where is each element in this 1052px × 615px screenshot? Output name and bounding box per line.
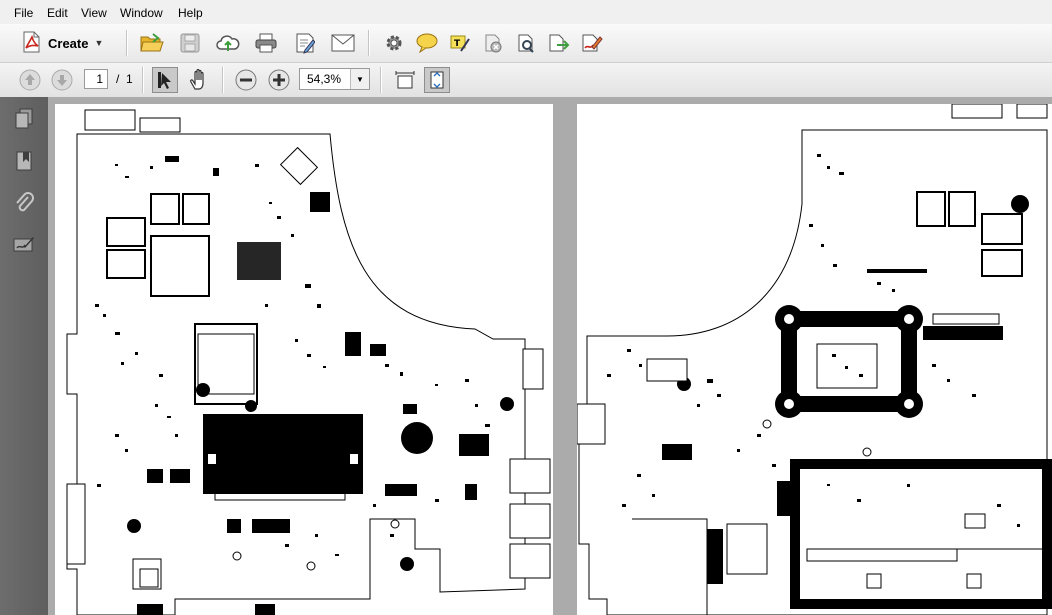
toolbar-divider [222, 67, 224, 93]
hand-tool-button[interactable] [186, 67, 212, 93]
fit-width-button[interactable] [392, 67, 418, 93]
zoom-level-value: 54,3% [307, 72, 342, 86]
toolbar-divider [126, 30, 128, 56]
save-button[interactable] [177, 30, 203, 56]
menu-edit[interactable]: Edit [47, 6, 68, 20]
remove-icon [485, 34, 502, 53]
attachments-icon [16, 192, 34, 212]
toolbar-divider [380, 67, 382, 93]
create-button[interactable]: Create ▼ [16, 29, 109, 57]
menu-bar: File Edit View Window Help [0, 0, 1052, 24]
stamp-icon [518, 34, 534, 53]
signatures-panel-button[interactable] [12, 233, 36, 257]
document-viewport[interactable] [48, 97, 1052, 615]
page-separator: / [116, 72, 120, 86]
highlight-button[interactable]: T [447, 30, 473, 56]
create-label: Create [48, 35, 89, 51]
settings-button[interactable] [381, 30, 407, 56]
edit-document-icon [296, 33, 315, 54]
fit-width-icon [395, 71, 415, 89]
edit-document-button[interactable] [292, 30, 318, 56]
zoom-in-icon [268, 69, 290, 91]
menu-file[interactable]: File [14, 6, 33, 20]
arrow-down-icon [51, 69, 73, 91]
comment-icon [416, 33, 438, 53]
upload-cloud-button[interactable] [215, 30, 241, 56]
sign-icon [582, 34, 603, 52]
menu-view[interactable]: View [81, 6, 107, 20]
hand-icon [190, 69, 204, 90]
page-number-input[interactable]: 1 [84, 69, 108, 89]
remove-button[interactable] [480, 30, 506, 56]
total-pages: 1 [126, 72, 133, 86]
zoom-out-button[interactable] [233, 67, 259, 93]
bookmarks-icon [16, 151, 32, 171]
pdf-page-board-bottom [576, 103, 1052, 615]
fit-page-icon [430, 71, 444, 89]
bookmarks-panel-button[interactable] [12, 149, 36, 173]
open-folder-icon [140, 33, 164, 52]
save-icon [180, 33, 200, 53]
email-button[interactable] [330, 30, 356, 56]
board-bottom-layout-drawing [576, 103, 1052, 615]
attachments-panel-button[interactable] [12, 191, 36, 215]
export-button[interactable] [546, 30, 572, 56]
settings-icon [386, 35, 402, 51]
email-icon [331, 34, 355, 52]
create-pdf-icon [22, 31, 42, 56]
arrow-up-icon [19, 69, 41, 91]
toolbar-divider [142, 67, 144, 93]
highlight-icon: T [450, 35, 470, 52]
signatures-icon [13, 237, 34, 252]
zoom-out-icon [235, 69, 257, 91]
sign-button[interactable] [579, 30, 605, 56]
export-icon [549, 34, 570, 52]
stamp-button[interactable] [513, 30, 539, 56]
svg-text:T: T [454, 39, 461, 49]
print-icon [255, 33, 277, 53]
previous-page-button[interactable] [18, 68, 42, 92]
fit-page-button[interactable] [424, 67, 450, 93]
zoom-level-select[interactable]: 54,3% ▼ [299, 68, 370, 90]
menu-help[interactable]: Help [178, 6, 203, 20]
print-button[interactable] [253, 30, 279, 56]
text-cursor-icon [158, 72, 171, 89]
comment-button[interactable] [414, 30, 440, 56]
navigation-panel [0, 97, 48, 615]
menu-window[interactable]: Window [120, 6, 163, 20]
zoom-in-button[interactable] [266, 67, 292, 93]
chevron-down-icon: ▼ [94, 38, 104, 48]
toolbar-divider [368, 30, 370, 56]
open-folder-button[interactable] [139, 30, 165, 56]
pdf-page-board-top [55, 104, 553, 615]
select-tool-button[interactable] [152, 67, 178, 93]
chevron-down-icon[interactable]: ▼ [350, 69, 369, 89]
board-top-layout-drawing [66, 109, 551, 615]
next-page-button[interactable] [50, 68, 74, 92]
pages-icon [15, 108, 33, 129]
upload-cloud-icon [216, 35, 240, 51]
pages-panel-button[interactable] [12, 107, 36, 131]
